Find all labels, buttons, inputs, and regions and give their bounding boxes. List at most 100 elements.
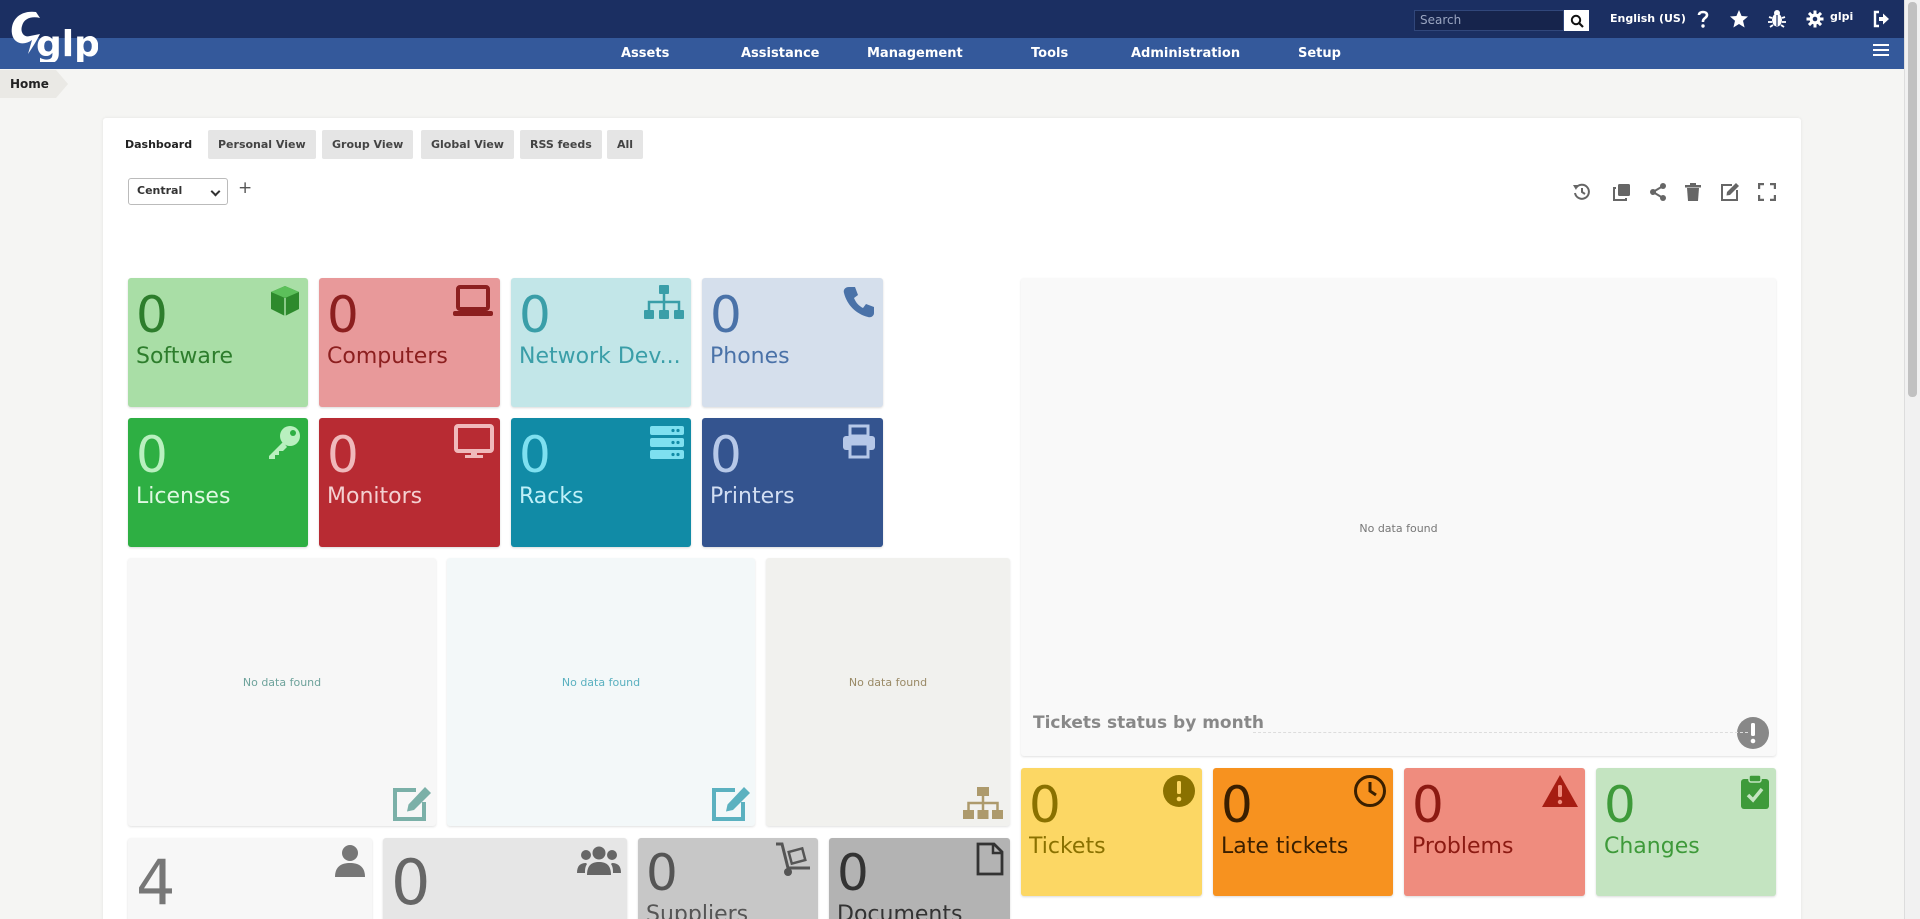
search-input[interactable]: Search bbox=[1414, 10, 1564, 31]
suppliers-label: Suppliers bbox=[646, 902, 749, 919]
fullscreen-icon[interactable] bbox=[1756, 181, 1778, 203]
empty-widget-3: No data found bbox=[766, 558, 1010, 826]
clone-icon[interactable] bbox=[1611, 181, 1633, 203]
computers-label: Computers bbox=[327, 344, 448, 369]
phones-card[interactable]: 0 Phones bbox=[702, 278, 883, 407]
printers-count: 0 bbox=[710, 426, 742, 484]
printers-label: Printers bbox=[710, 484, 795, 509]
suppliers-count: 0 bbox=[646, 844, 678, 902]
sitemap-icon bbox=[963, 787, 1003, 819]
menu-tools[interactable]: Tools bbox=[1031, 46, 1068, 61]
software-card[interactable]: 0 Software bbox=[128, 278, 308, 407]
phones-label: Phones bbox=[710, 344, 790, 369]
tickets-card[interactable]: 0 Tickets bbox=[1021, 768, 1202, 896]
licenses-card[interactable]: 0 Licenses bbox=[128, 418, 308, 547]
search-icon bbox=[1570, 14, 1584, 28]
search-button[interactable] bbox=[1564, 10, 1589, 31]
racks-card[interactable]: 0 Racks bbox=[511, 418, 691, 547]
monitors-card[interactable]: 0 Monitors bbox=[319, 418, 500, 547]
tickets-status-chart: No data found bbox=[1021, 278, 1776, 756]
help-icon[interactable] bbox=[1692, 8, 1714, 30]
add-dashboard-button[interactable]: + bbox=[238, 178, 252, 198]
history-icon[interactable] bbox=[1571, 181, 1593, 203]
breadcrumb-home[interactable]: Home bbox=[10, 77, 49, 91]
problems-card[interactable]: 0 Problems bbox=[1404, 768, 1585, 896]
network-devices-card[interactable]: 0 Network Dev... bbox=[511, 278, 691, 407]
empty-widget-1: No data found bbox=[128, 558, 436, 826]
laptop-icon bbox=[453, 285, 493, 316]
tab-rss-feeds[interactable]: RSS feeds bbox=[520, 130, 602, 159]
suppliers-card[interactable]: 0 Suppliers bbox=[638, 838, 818, 919]
exclamation-icon bbox=[1163, 775, 1195, 807]
users-icon bbox=[577, 846, 621, 875]
documents-count: 0 bbox=[837, 844, 869, 902]
monitors-count: 0 bbox=[327, 426, 359, 484]
breadcrumb[interactable]: Home bbox=[0, 70, 68, 98]
trash-icon[interactable] bbox=[1682, 181, 1704, 203]
tab-all[interactable]: All bbox=[607, 130, 644, 159]
network-devices-label: Network Dev... bbox=[519, 344, 681, 369]
network-icon bbox=[644, 285, 684, 319]
changes-card[interactable]: 0 Changes bbox=[1596, 768, 1776, 896]
glpi-logo[interactable]: glpi bbox=[6, 6, 112, 65]
clipboard-check-icon bbox=[1741, 774, 1769, 809]
no-data-text: No data found bbox=[242, 676, 322, 689]
user-menu[interactable]: glpi bbox=[1830, 10, 1853, 23]
printer-icon bbox=[843, 424, 875, 459]
tab-personal-view[interactable]: Personal View bbox=[208, 130, 316, 159]
star-icon[interactable] bbox=[1728, 8, 1750, 30]
clock-icon bbox=[1354, 775, 1386, 807]
computers-card[interactable]: 0 Computers bbox=[319, 278, 500, 407]
late-tickets-card[interactable]: 0 Late tickets bbox=[1213, 768, 1393, 896]
software-label: Software bbox=[136, 344, 233, 369]
menu-assistance[interactable]: Assistance bbox=[741, 46, 820, 61]
language-selector[interactable]: English (US) bbox=[1610, 12, 1686, 25]
printers-card[interactable]: 0 Printers bbox=[702, 418, 883, 547]
menu-assets[interactable]: Assets bbox=[621, 46, 669, 61]
edit-note-icon bbox=[393, 787, 431, 821]
tickets-label: Tickets bbox=[1029, 834, 1106, 859]
page-scrollbar[interactable] bbox=[1904, 0, 1920, 919]
empty-widget-2: No data found bbox=[447, 558, 755, 826]
phone-icon bbox=[843, 287, 874, 318]
monitor-icon bbox=[454, 424, 494, 458]
menu-management[interactable]: Management bbox=[867, 46, 963, 61]
users-card[interactable]: 4 bbox=[128, 838, 372, 919]
edit-icon[interactable] bbox=[1719, 181, 1741, 203]
gear-icon[interactable] bbox=[1804, 8, 1826, 30]
monitors-label: Monitors bbox=[327, 484, 423, 509]
computers-count: 0 bbox=[327, 286, 359, 344]
changes-label: Changes bbox=[1604, 834, 1700, 859]
share-icon[interactable] bbox=[1647, 181, 1669, 203]
problems-count: 0 bbox=[1412, 776, 1444, 834]
users-count: 4 bbox=[136, 846, 176, 919]
scrollbar-thumb[interactable] bbox=[1908, 2, 1917, 397]
licenses-label: Licenses bbox=[136, 484, 231, 509]
late-tickets-count: 0 bbox=[1221, 776, 1253, 834]
alert-circle-icon[interactable] bbox=[1736, 716, 1770, 750]
changes-count: 0 bbox=[1604, 776, 1636, 834]
menu-administration[interactable]: Administration bbox=[1131, 46, 1240, 61]
tab-global-view[interactable]: Global View bbox=[421, 130, 514, 159]
licenses-count: 0 bbox=[136, 426, 168, 484]
tab-dashboard[interactable]: Dashboard bbox=[115, 130, 202, 159]
documents-card[interactable]: 0 Documents bbox=[829, 838, 1010, 919]
late-tickets-label: Late tickets bbox=[1221, 834, 1349, 859]
tab-group-view[interactable]: Group View bbox=[322, 130, 414, 159]
problems-label: Problems bbox=[1412, 834, 1514, 859]
racks-label: Racks bbox=[519, 484, 584, 509]
racks-count: 0 bbox=[519, 426, 551, 484]
groups-card[interactable]: 0 bbox=[383, 838, 627, 919]
menu-setup[interactable]: Setup bbox=[1298, 46, 1341, 61]
file-icon bbox=[976, 842, 1004, 876]
box-icon bbox=[271, 286, 299, 316]
chart-title: Tickets status by month bbox=[1033, 713, 1264, 733]
chart-no-data-text: No data found bbox=[1359, 522, 1438, 535]
hamburger-menu-icon[interactable] bbox=[1873, 44, 1889, 58]
user-icon bbox=[335, 845, 365, 877]
warning-icon bbox=[1542, 775, 1578, 807]
logout-icon[interactable] bbox=[1870, 8, 1892, 30]
key-icon bbox=[269, 426, 300, 459]
dashboard-select[interactable]: Central bbox=[128, 178, 228, 205]
bug-icon[interactable] bbox=[1766, 8, 1788, 30]
